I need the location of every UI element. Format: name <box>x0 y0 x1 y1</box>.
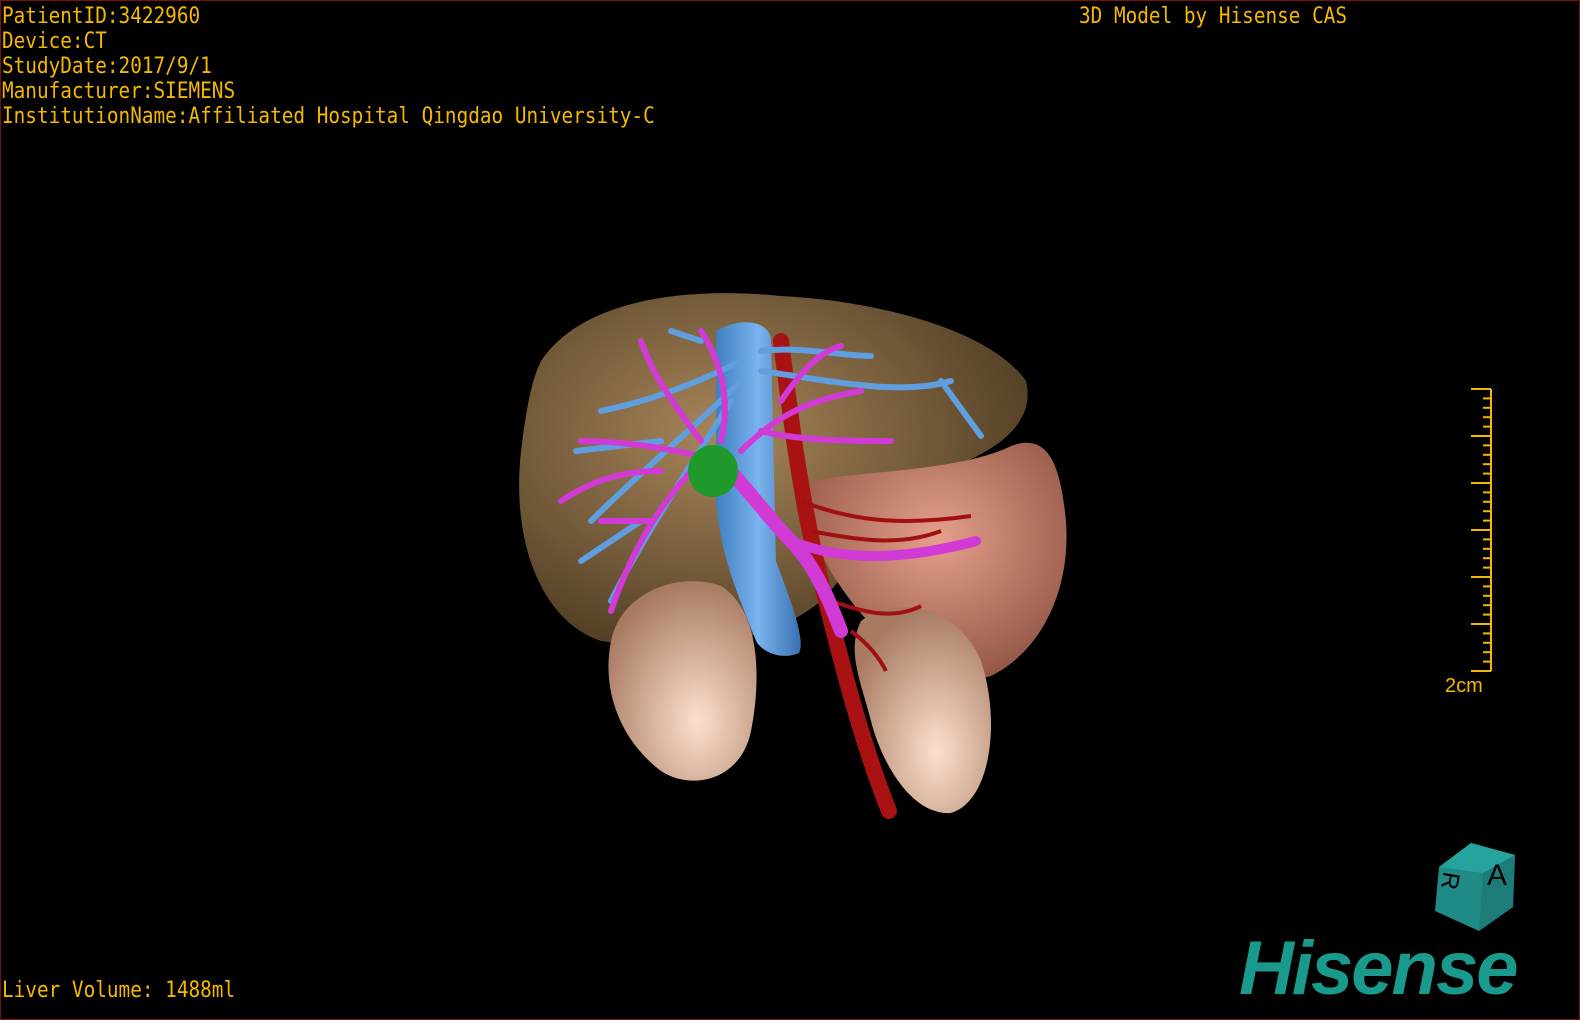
3d-viewport[interactable]: PatientID:3422960 Device:CT StudyDate:2017… <box>0 0 1580 1020</box>
scale-bar <box>1471 388 1492 672</box>
orientation-cube[interactable]: A R F <box>1421 837 1521 937</box>
hisense-logo: Hisense <box>1239 926 1518 1011</box>
cube-face-f: F <box>1421 904 1436 929</box>
tumor <box>688 445 738 497</box>
cube-face-a: A <box>1487 859 1507 892</box>
liver-volume: Liver Volume: 1488ml <box>2 978 236 1003</box>
liver-3d-model[interactable] <box>1 1 1580 1020</box>
scale-bar-label: 2cm <box>1445 675 1483 697</box>
left-kidney <box>608 581 757 781</box>
